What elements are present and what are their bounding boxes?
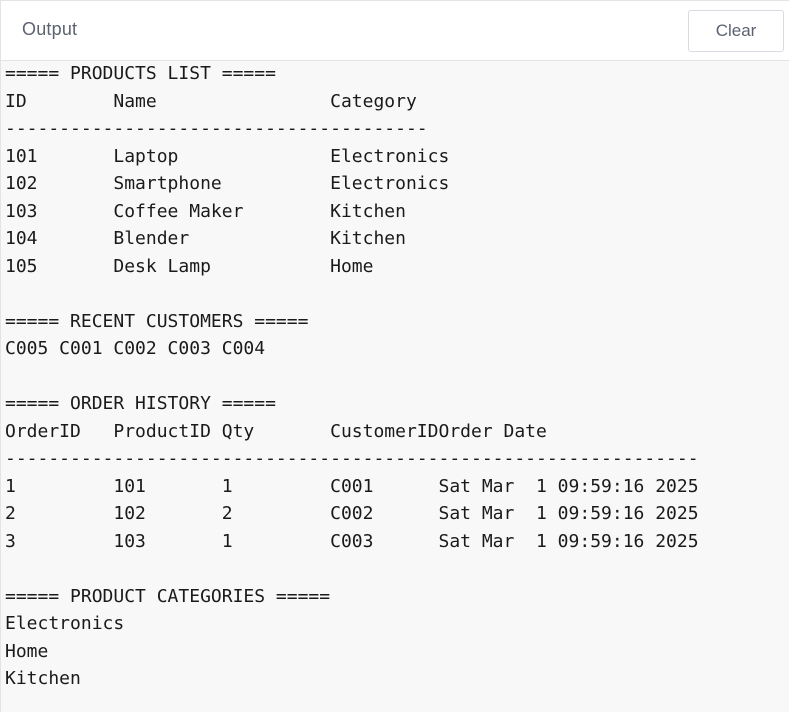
console-line: ---------------------------------------: [5, 118, 428, 139]
console-line: ===== ORDER HISTORY =====: [5, 393, 276, 414]
console-line: C005 C001 C002 C003 C004: [5, 338, 266, 359]
console-output: ===== PRODUCTS LIST ===== ID Name Categor…: [5, 60, 789, 693]
console-line: 1 101 1 C001 Sat Mar 1 09:59:16 2025: [5, 475, 699, 497]
output-panel: Output Clear ===== PRODUCTS LIST ===== ID…: [0, 0, 789, 712]
console-line: 2 102 2 C002 Sat Mar 1 09:59:16 2025: [5, 503, 699, 524]
console-line: 105 Desk Lamp Home: [5, 255, 374, 277]
console-line: ----------------------------------------…: [5, 448, 699, 469]
console-line: 104 Blender Kitchen: [5, 228, 406, 249]
console-line: 103 Coffee Maker Kitchen: [5, 200, 406, 222]
output-title: Output: [22, 19, 78, 39]
console-line: Kitchen: [5, 668, 81, 689]
output-header: Output Clear: [1, 0, 789, 61]
console-line: OrderID ProductID Qty CustomerIDOrder Da…: [5, 420, 547, 442]
console-line: ===== RECENT CUSTOMERS =====: [5, 310, 309, 332]
console-line: Home: [5, 640, 49, 662]
console-line: 102 Smartphone Electronics: [5, 173, 450, 194]
console-line: ===== PRODUCTS LIST =====: [5, 63, 276, 84]
console-line: 3 103 1 C003 Sat Mar 1 09:59:16 2025: [5, 530, 699, 552]
console-line: Electronics: [5, 613, 125, 634]
console-line: ID Name Category: [5, 90, 417, 112]
console-line: ===== PRODUCT CATEGORIES =====: [5, 585, 331, 607]
clear-button[interactable]: Clear: [688, 10, 784, 52]
console-line: 101 Laptop Electronics: [5, 145, 450, 167]
